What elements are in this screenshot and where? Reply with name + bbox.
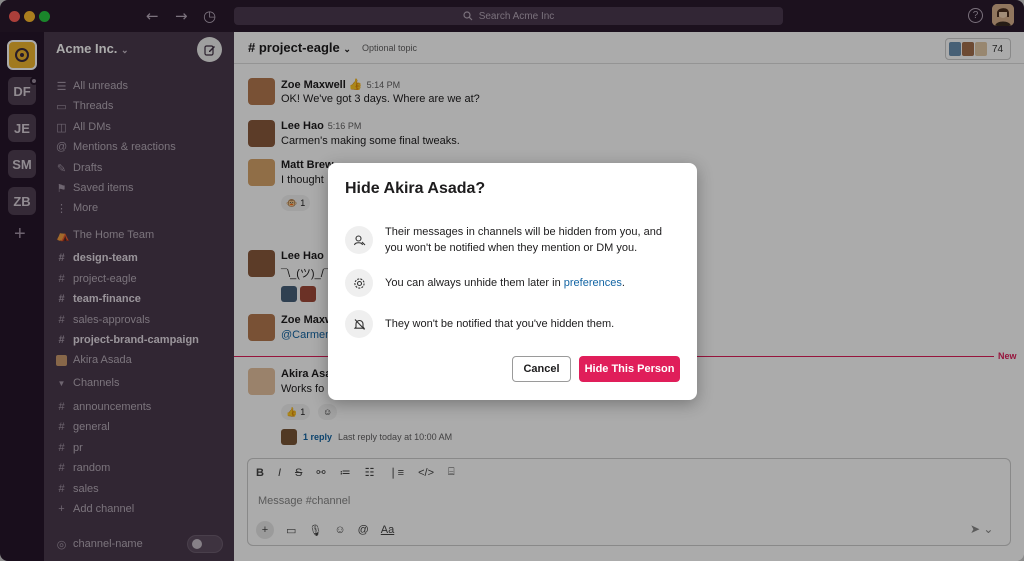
dialog-text-not-notified: They won't be notified that you've hidde… [385,318,615,330]
hide-person-dialog: Hide Akira Asada? Their messages in chan… [328,163,697,400]
hidden-person-icon [345,226,373,254]
dialog-row-hidden: Their messages in channels will be hidde… [345,224,680,256]
dialog-row-unhide: You can always unhide them later in pref… [345,269,680,297]
preferences-link[interactable]: preferences [564,277,622,289]
unhide-text-end: . [621,277,625,289]
dialog-row-not-notified: They won't be notified that you've hidde… [345,310,680,338]
gear-icon [345,269,373,297]
hide-this-person-button[interactable]: Hide This Person [579,356,680,382]
dialog-text-unhide: You can always unhide them later in pref… [385,275,680,291]
unhide-text: You can always unhide them later in [385,277,564,289]
app-window: ← → ◷ Search Acme Inc ? DF JE SM ZB + Ac… [0,0,1024,561]
dialog-text-hidden: Their messages in channels will be hidde… [385,226,662,254]
bell-off-icon [345,310,373,338]
dialog-title: Hide Akira Asada? [345,180,486,197]
cancel-button[interactable]: Cancel [512,356,571,382]
